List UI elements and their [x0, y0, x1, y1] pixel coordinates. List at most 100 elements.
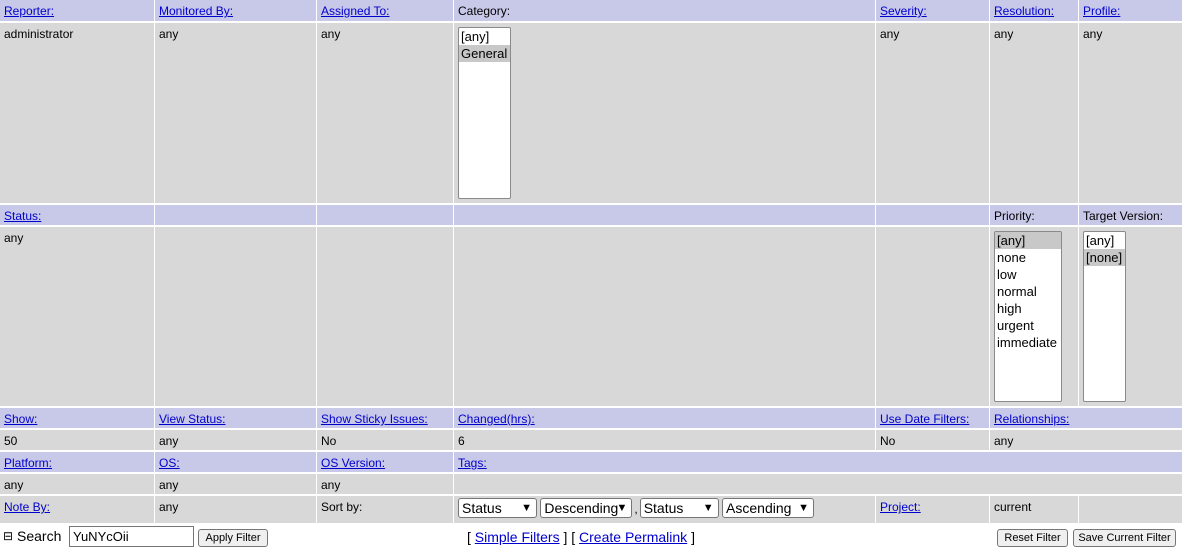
search-input[interactable]: [69, 526, 194, 547]
os-version-value: any: [316, 474, 453, 494]
platform-header: Platform:: [0, 452, 154, 472]
search-label: Search: [17, 528, 62, 544]
assigned-to-value: any: [316, 23, 453, 203]
severity-link[interactable]: Severity:: [880, 4, 927, 18]
project-link[interactable]: Project:: [880, 500, 921, 514]
priority-option[interactable]: none: [995, 249, 1061, 266]
os-header: OS:: [154, 452, 316, 472]
priority-option[interactable]: immediate: [995, 334, 1061, 351]
target-version-header: Target Version:: [1078, 205, 1182, 225]
sort-field-2-select[interactable]: Status ▼: [639, 498, 719, 518]
category-header: Category:: [453, 0, 875, 21]
sort-by-label: Sort by:: [316, 496, 453, 523]
os-link[interactable]: OS:: [159, 456, 180, 470]
priority-option-selected[interactable]: [any]: [995, 232, 1061, 249]
category-listbox[interactable]: [any] General: [458, 27, 511, 199]
resolution-value: any: [989, 23, 1078, 203]
resolution-link[interactable]: Resolution:: [994, 4, 1054, 18]
assigned-to-link[interactable]: Assigned To:: [321, 4, 390, 18]
relationships-header: Relationships:: [989, 408, 1182, 428]
use-date-filters-link[interactable]: Use Date Filters:: [880, 412, 969, 426]
changed-header: Changed(hrs):: [453, 408, 875, 428]
reporter-link[interactable]: Reporter:: [4, 4, 54, 18]
category-option-selected[interactable]: General: [459, 45, 510, 62]
target-version-listbox[interactable]: [any] [none]: [1083, 231, 1126, 402]
bracket-close: ]: [691, 529, 695, 545]
monitored-by-link[interactable]: Monitored By:: [159, 4, 233, 18]
chevron-down-icon: ▼: [616, 502, 628, 514]
project-header: Project:: [875, 496, 989, 523]
apply-filter-button[interactable]: Apply Filter: [198, 529, 268, 547]
category-cell: [any] General: [453, 23, 875, 203]
profile-header: Profile:: [1078, 0, 1182, 21]
sort-field-1-select[interactable]: Status ▼: [458, 498, 537, 518]
tags-value: [453, 474, 1182, 494]
tags-header: Tags:: [453, 452, 1182, 472]
severity-value: any: [875, 23, 989, 203]
sort-dir-1-select[interactable]: Descending ▼: [540, 498, 633, 518]
note-by-link[interactable]: Note By:: [4, 500, 50, 514]
category-label: Category:: [458, 4, 511, 18]
profile-link[interactable]: Profile:: [1083, 4, 1120, 18]
sort-controls: Status ▼ Descending ▼, Status ▼ Ascending ▼: [453, 496, 875, 523]
filter-action-bar: ⊟ Search Apply Filter [ Simple Filters ]…: [0, 524, 1182, 551]
os-value: any: [154, 474, 316, 494]
platform-link[interactable]: Platform:: [4, 456, 52, 470]
status-header: Status:: [0, 205, 154, 225]
monitored-by-value: any: [154, 23, 316, 203]
os-version-header: OS Version:: [316, 452, 453, 472]
collapse-icon[interactable]: ⊟: [3, 529, 13, 543]
view-status-link[interactable]: View Status:: [159, 412, 225, 426]
sort-field-1-value: Status: [462, 500, 502, 516]
note-by-header: Note By:: [0, 496, 154, 523]
note-by-value: any: [154, 496, 316, 523]
bracket-open: [: [467, 529, 471, 545]
priority-option[interactable]: normal: [995, 283, 1061, 300]
priority-option[interactable]: low: [995, 266, 1061, 283]
reporter-value: administrator: [0, 23, 154, 203]
relationships-value: any: [989, 430, 1182, 450]
target-version-option-selected[interactable]: [none]: [1084, 249, 1125, 266]
priority-cell: [any] none low normal high urgent immedi…: [989, 227, 1078, 406]
show-link[interactable]: Show:: [4, 412, 37, 426]
profile-value: any: [1078, 23, 1182, 203]
simple-filters-link[interactable]: Simple Filters: [475, 529, 560, 545]
show-value: 50: [0, 430, 154, 450]
monitored-header: Monitored By:: [154, 0, 316, 21]
filter-links: [ Simple Filters ] [ Create Permalink ]: [467, 529, 695, 545]
target-version-cell: [any] [none]: [1078, 227, 1182, 406]
save-current-filter-button[interactable]: Save Current Filter: [1073, 529, 1176, 547]
os-version-link[interactable]: OS Version:: [321, 456, 385, 470]
sort-dir-2-select[interactable]: Ascending ▼: [722, 498, 815, 518]
sort-dir-1-value: Descending: [544, 500, 619, 516]
category-option[interactable]: [any]: [459, 28, 510, 45]
tags-link[interactable]: Tags:: [458, 456, 487, 470]
relationships-link[interactable]: Relationships:: [994, 412, 1069, 426]
create-permalink-link[interactable]: Create Permalink: [579, 529, 687, 545]
target-version-option[interactable]: [any]: [1084, 232, 1125, 249]
sticky-value: No: [316, 430, 453, 450]
reset-filter-button[interactable]: Reset Filter: [997, 529, 1068, 547]
chevron-down-icon: ▼: [798, 502, 810, 514]
status-link[interactable]: Status:: [4, 209, 41, 223]
resolution-header: Resolution:: [989, 0, 1078, 21]
priority-header: Priority:: [989, 205, 1078, 225]
view-status-value: any: [154, 430, 316, 450]
sort-field-2-value: Status: [643, 500, 684, 516]
sticky-header: Show Sticky Issues:: [316, 408, 453, 428]
reporter-header: Reporter:: [0, 0, 154, 21]
show-sticky-link[interactable]: Show Sticky Issues:: [321, 412, 428, 426]
target-version-label: Target Version:: [1083, 209, 1164, 223]
priority-option[interactable]: urgent: [995, 317, 1061, 334]
priority-listbox[interactable]: [any] none low normal high urgent immedi…: [994, 231, 1062, 402]
date-filters-header: Use Date Filters:: [875, 408, 989, 428]
sort-separator: ,: [634, 502, 638, 516]
changed-hrs-link[interactable]: Changed(hrs):: [458, 412, 535, 426]
priority-option[interactable]: high: [995, 300, 1061, 317]
severity-header: Severity:: [875, 0, 989, 21]
bracket-mid: ] [: [563, 529, 576, 545]
view-status-header: View Status:: [154, 408, 316, 428]
changed-value: 6: [453, 430, 875, 450]
priority-label: Priority:: [994, 209, 1035, 223]
chevron-down-icon: ▼: [702, 502, 714, 514]
